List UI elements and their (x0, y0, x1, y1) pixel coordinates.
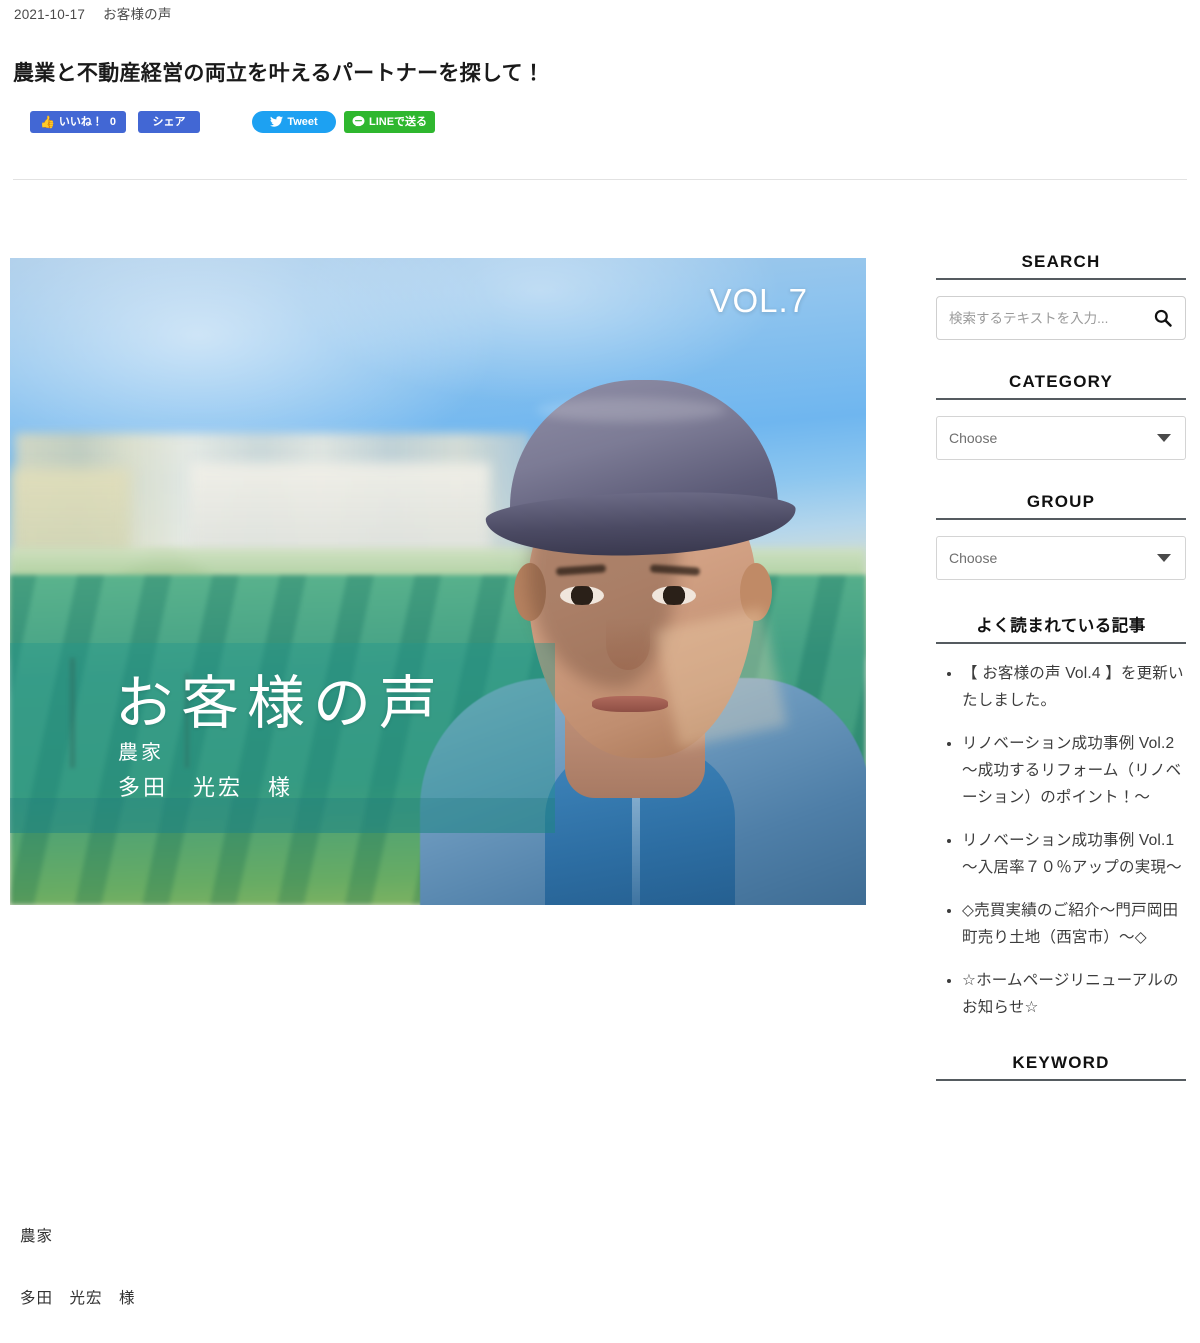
list-item[interactable]: ☆ホームページリニューアルのお知らせ☆ (962, 967, 1186, 1021)
hero-volume-label: VOL.7 (709, 282, 808, 319)
category-select[interactable]: Choose (936, 416, 1186, 460)
header-divider (13, 179, 1187, 180)
sidebar-search-rule (936, 278, 1186, 280)
article-page: 2021-10-17 お客様の声 農業と不動産経営の両立を叶えるパートナーを探して… (0, 0, 1200, 1343)
sidebar-category-rule (936, 398, 1186, 400)
article-meta: 2021-10-17 お客様の声 (14, 3, 172, 23)
sidebar-group-rule (936, 518, 1186, 520)
social-share-bar: 👍 いいね！ 0 シェア Tweet LINEで送る (30, 111, 436, 133)
sidebar-search-block: SEARCH (936, 252, 1186, 340)
person-mouth (592, 696, 668, 712)
popular-article-link[interactable]: ☆ホームページリニューアルのお知らせ☆ (962, 972, 1179, 1016)
body-role-text: 農家 (20, 1228, 54, 1245)
sidebar-group-block: GROUP Choose (936, 492, 1186, 580)
sidebar-keyword-rule (936, 1079, 1186, 1081)
person-eye-left (560, 586, 604, 605)
person-eye-right (652, 586, 696, 605)
person-nose (606, 618, 650, 670)
person-cap-highlight (536, 398, 726, 422)
group-select[interactable]: Choose (936, 536, 1186, 580)
list-item[interactable]: 【 お客様の声 Vol.4 】を更新いたしました。 (962, 660, 1186, 714)
line-share-button[interactable]: LINEで送る (344, 111, 436, 133)
facebook-like-button[interactable]: 👍 いいね！ 0 (30, 111, 126, 133)
person-sunlight-patch (654, 607, 788, 749)
list-item[interactable]: リノベーション成功事例 Vol.1 ～入居率７０％アップの実現～ (962, 827, 1186, 881)
group-select-value: Choose (949, 550, 998, 566)
popular-articles-list: 【 お客様の声 Vol.4 】を更新いたしました。 リノベーション成功事例 Vo… (936, 660, 1186, 1021)
tweet-label: Tweet (287, 115, 318, 128)
search-box[interactable] (936, 296, 1186, 340)
article-main-column: お客様の声 農家 多田 光宏 様 VOL.7 農家 多田 光宏 様 Conten… (10, 258, 866, 1307)
hero-heading: お客様の声 (115, 671, 446, 736)
article-category-link[interactable]: お客様の声 (103, 7, 172, 22)
sidebar-category-block: CATEGORY Choose (936, 372, 1186, 460)
list-item[interactable]: リノベーション成功事例 Vol.2 ～成功するリフォーム（リノベーション）のポイ… (962, 730, 1186, 811)
twitter-bird-icon (270, 115, 284, 129)
chevron-down-icon[interactable] (1157, 434, 1171, 442)
like-count: 0 (109, 115, 117, 128)
list-item[interactable]: ◇売買実績のご紹介～門戸岡田町売り土地（西宮市）～◇ (962, 897, 1186, 951)
sidebar-group-title: GROUP (1026, 492, 1096, 511)
thumbs-up-icon: 👍 (39, 115, 55, 129)
popular-article-link[interactable]: 【 お客様の声 Vol.4 】を更新いたしました。 (962, 665, 1184, 709)
line-chat-icon (352, 115, 365, 130)
facebook-share-button[interactable]: シェア (138, 111, 200, 133)
article-date: 2021-10-17 (14, 7, 86, 22)
sidebar-popular-title: よく読まれている記事 (976, 617, 1146, 635)
hero-subject-role: 農家 (118, 742, 164, 764)
popular-article-link[interactable]: リノベーション成功事例 Vol.2 ～成功するリフォーム（リノベーション）のポイ… (962, 735, 1181, 806)
sidebar-keyword-title: KEYWORD (1012, 1053, 1110, 1072)
like-label: いいね！ (58, 115, 103, 128)
sidebar: SEARCH CATEGORY Choose GROUP (936, 252, 1186, 1113)
sidebar-category-title: CATEGORY (1008, 372, 1114, 391)
hero-subject-name: 多田 光宏 様 (118, 775, 294, 800)
sidebar-popular-rule (936, 642, 1186, 644)
hero-image: お客様の声 農家 多田 光宏 様 VOL.7 (10, 258, 866, 905)
sidebar-popular-block: よく読まれている記事 【 お客様の声 Vol.4 】を更新いたしました。 リノベ… (936, 612, 1186, 1021)
hero-overlay-band-lower (10, 798, 555, 833)
sidebar-search-title: SEARCH (1021, 252, 1101, 271)
line-label: LINEで送る (369, 115, 428, 128)
popular-article-link[interactable]: ◇売買実績のご紹介～門戸岡田町売り土地（西宮市）～◇ (962, 902, 1178, 946)
popular-article-link[interactable]: リノベーション成功事例 Vol.1 ～入居率７０％アップの実現～ (962, 832, 1182, 876)
category-select-value: Choose (949, 430, 998, 446)
twitter-tweet-button[interactable]: Tweet (252, 111, 336, 133)
search-icon[interactable] (1153, 308, 1173, 328)
page-title: 農業と不動産経営の両立を叶えるパートナーを探して！ (13, 62, 545, 86)
share-label: シェア (152, 115, 186, 128)
chevron-down-icon[interactable] (1157, 554, 1171, 562)
search-input[interactable] (937, 297, 1185, 339)
sidebar-keyword-block: KEYWORD (936, 1053, 1186, 1081)
body-name-text: 多田 光宏 様 (20, 1290, 136, 1307)
